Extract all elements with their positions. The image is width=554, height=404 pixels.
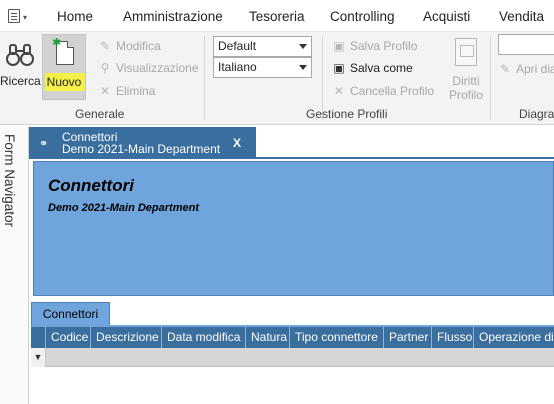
nuovo-button[interactable]: ✱ Nuovo <box>42 34 86 100</box>
chevron-down-icon: ▾ <box>23 13 28 22</box>
menu-tesoreria[interactable]: Tesoreria <box>249 9 305 24</box>
tab-strip-divider <box>29 157 554 159</box>
binoculars-icon <box>6 44 34 66</box>
form-header-panel: Connettori Demo 2021-Main Department <box>33 161 554 296</box>
visualizzazione-button[interactable]: ⚲ Visualizzazione <box>98 58 199 78</box>
language-select[interactable]: Italiano <box>213 57 312 78</box>
modifica-label: Modifica <box>116 39 161 53</box>
edit-icon: ✎ <box>99 39 111 53</box>
layout-select-value: Default <box>218 39 257 53</box>
page-title: Connettori <box>48 176 134 195</box>
document-icon <box>8 9 20 23</box>
column-header[interactable]: Natura <box>246 327 290 348</box>
grid-filter-row[interactable]: ▼ <box>31 348 554 367</box>
column-header[interactable]: Data modifica <box>162 327 246 348</box>
document-tab-subtitle: Demo 2021-Main Department <box>62 142 221 156</box>
cancella-profilo-button[interactable]: ✕ Cancella Profilo <box>332 81 434 101</box>
cancella-profilo-label: Cancella Profilo <box>350 84 435 98</box>
menu-bar: ▾ Home Amministrazione Tesoreria Control… <box>0 0 554 32</box>
edit-icon: ✎ <box>499 62 511 76</box>
nuovo-label: Nuovo <box>46 75 82 89</box>
group-separator <box>204 36 205 120</box>
ribbon: Ricerca ✱ Nuovo ✎ Modifica ⚲ Visualizzaz… <box>0 32 554 125</box>
new-star-icon: ✱ <box>52 37 62 49</box>
menu-acquisti[interactable]: Acquisti <box>423 9 470 24</box>
column-header[interactable]: Partner <box>384 327 432 348</box>
group-label-diagram: Diagra <box>519 107 554 121</box>
form-navigator-panel[interactable]: Form Navigator <box>0 126 29 404</box>
column-header[interactable]: Descrizione <box>91 327 162 348</box>
profile-rights-icon <box>455 38 477 66</box>
diritti-profilo-button[interactable]: Diritti Profilo <box>446 36 486 102</box>
salva-come-label: Salva come <box>350 61 413 75</box>
group-separator <box>490 36 491 120</box>
group-label-gestione-profili: Gestione Profili <box>306 107 388 121</box>
close-icon[interactable]: X <box>233 136 241 150</box>
menu-controlling[interactable]: Controlling <box>330 9 395 24</box>
menu-amministrazione[interactable]: Amministrazione <box>123 9 223 24</box>
layout-select[interactable]: Default <box>213 36 312 57</box>
document-tab[interactable]: ⚭ Connettori Demo 2021-Main Department X <box>29 127 256 158</box>
app-menu-button[interactable]: ▾ <box>6 7 30 25</box>
filter-icon[interactable]: ▼ <box>31 348 46 367</box>
apri-diagramma-label: Apri dia <box>516 62 554 76</box>
tab-connettori[interactable]: Connettori <box>31 302 110 325</box>
group-label-generale: Generale <box>75 107 125 121</box>
language-select-value: Italiano <box>218 60 257 74</box>
menu-vendita[interactable]: Vendita <box>499 9 544 24</box>
column-header[interactable]: Codice <box>46 327 91 348</box>
page-subtitle: Demo 2021-Main Department <box>48 202 199 214</box>
grid-header-row: Codice Descrizione Data modifica Natura … <box>31 327 554 348</box>
connector-icon: ⚭ <box>39 138 49 150</box>
form-navigator-label: Form Navigator <box>2 134 17 228</box>
modifica-button[interactable]: ✎ Modifica <box>98 36 161 56</box>
column-header[interactable]: Tipo connettore <box>290 327 384 348</box>
chevron-down-icon <box>299 44 307 49</box>
diagram-input[interactable] <box>498 34 554 55</box>
salva-profilo-button[interactable]: ▣ Salva Profilo <box>332 36 417 56</box>
grid-header-corner <box>31 327 46 348</box>
profilo-label: Profilo <box>448 88 483 102</box>
column-header[interactable]: Operazione di <box>474 327 554 348</box>
salva-come-button[interactable]: ▣ Salva come <box>332 58 413 78</box>
apri-diagramma-button[interactable]: ✎ Apri dia <box>498 59 554 79</box>
save-as-icon: ▣ <box>333 61 345 75</box>
delete-icon: ✕ <box>99 84 111 98</box>
salva-profilo-label: Salva Profilo <box>350 39 418 53</box>
column-header[interactable]: Flusso <box>432 327 474 348</box>
delete-icon: ✕ <box>333 84 345 98</box>
elimina-label: Elimina <box>116 84 156 98</box>
visualizzazione-label: Visualizzazione <box>116 61 199 75</box>
ricerca-label: Ricerca <box>0 74 41 88</box>
diritti-label: Diritti <box>452 74 480 88</box>
search-icon: ⚲ <box>100 61 110 75</box>
ricerca-button[interactable]: Ricerca <box>0 34 41 100</box>
chevron-down-icon <box>299 65 307 70</box>
menu-home[interactable]: Home <box>57 9 93 24</box>
elimina-button[interactable]: ✕ Elimina <box>98 81 155 101</box>
save-icon: ▣ <box>333 39 345 53</box>
